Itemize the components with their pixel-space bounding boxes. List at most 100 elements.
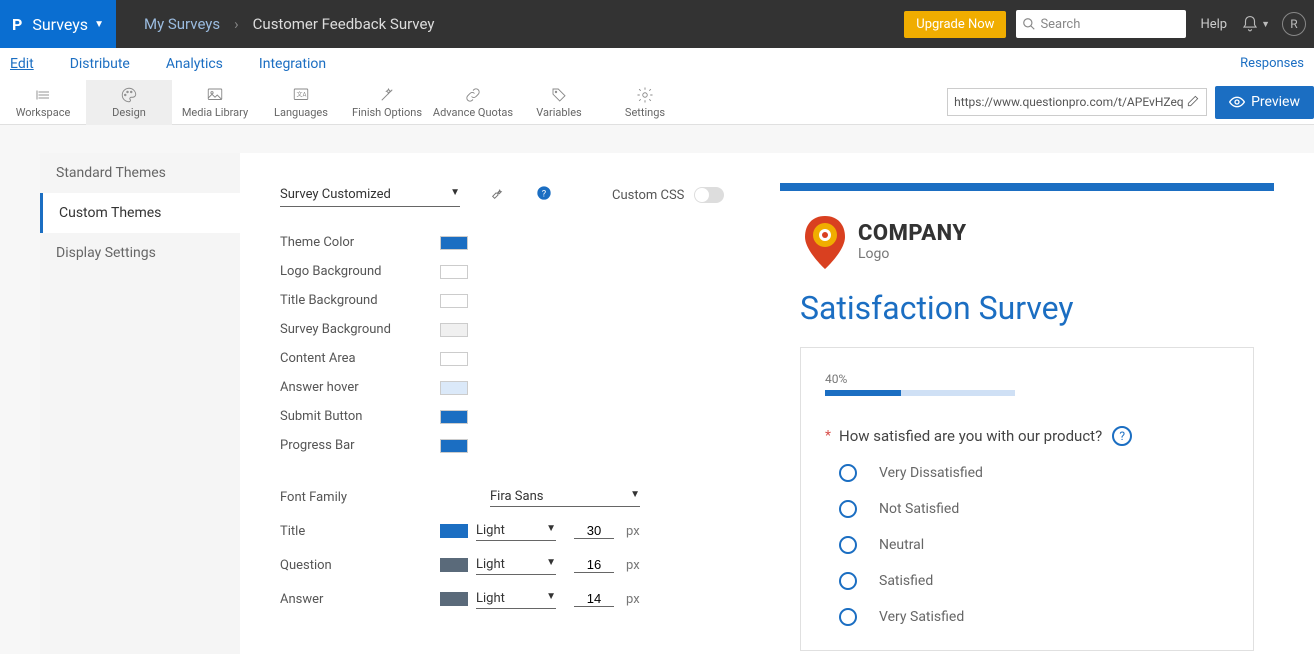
font-size-input[interactable] bbox=[574, 523, 614, 539]
font-color-swatch[interactable] bbox=[440, 558, 468, 572]
color-label: Progress Bar bbox=[280, 438, 440, 453]
chevron-down-icon: ▼ bbox=[546, 523, 556, 538]
font-family-label: Font Family bbox=[280, 490, 440, 505]
color-swatch[interactable] bbox=[440, 352, 468, 366]
breadcrumb-root[interactable]: My Surveys bbox=[144, 15, 220, 33]
option-label: Satisfied bbox=[879, 573, 933, 589]
font-row-label: Title bbox=[280, 524, 440, 539]
theme-select[interactable]: Survey Customized ▼ bbox=[280, 183, 460, 207]
avatar[interactable]: R bbox=[1282, 12, 1306, 36]
pencil-icon[interactable] bbox=[1186, 94, 1200, 111]
font-weight-select[interactable]: Light▼ bbox=[476, 521, 556, 541]
search-input[interactable]: Search bbox=[1016, 10, 1186, 38]
tab-integration[interactable]: Integration bbox=[259, 56, 326, 72]
font-row-label: Answer bbox=[280, 592, 440, 607]
responses-link[interactable]: Responses bbox=[1240, 56, 1304, 71]
radio-icon[interactable] bbox=[839, 536, 857, 554]
question-text: How satisfied are you with our product? bbox=[839, 427, 1102, 445]
palette-icon bbox=[118, 86, 140, 104]
breadcrumb-current: Customer Feedback Survey bbox=[253, 15, 435, 33]
upgrade-button[interactable]: Upgrade Now bbox=[904, 11, 1006, 38]
color-swatch[interactable] bbox=[440, 294, 468, 308]
brand-menu[interactable]: P Surveys ▼ bbox=[0, 0, 116, 48]
radio-icon[interactable] bbox=[839, 500, 857, 518]
font-color-swatch[interactable] bbox=[440, 524, 468, 538]
tool-advance-quotas[interactable]: Advance Quotas bbox=[430, 80, 516, 125]
unit-label: px bbox=[626, 592, 640, 607]
font-weight-select[interactable]: Light▼ bbox=[476, 555, 556, 575]
font-family-select[interactable]: Fira Sans ▼ bbox=[490, 487, 640, 507]
wrench-icon[interactable] bbox=[490, 185, 506, 205]
gear-icon bbox=[634, 86, 656, 104]
color-swatch[interactable] bbox=[440, 439, 468, 453]
color-swatch[interactable] bbox=[440, 236, 468, 250]
custom-css-toggle-label: Custom CSS bbox=[612, 187, 724, 203]
link-icon bbox=[462, 86, 484, 104]
color-swatch[interactable] bbox=[440, 381, 468, 395]
font-color-swatch[interactable] bbox=[440, 592, 468, 606]
answer-option[interactable]: Very Dissatisfied bbox=[839, 464, 1229, 482]
tool-languages[interactable]: 文A Languages bbox=[258, 80, 344, 125]
custom-css-toggle[interactable] bbox=[694, 187, 724, 203]
answer-option[interactable]: Neutral bbox=[839, 536, 1229, 554]
preview-button[interactable]: Preview bbox=[1215, 86, 1314, 119]
answer-option[interactable]: Not Satisfied bbox=[839, 500, 1229, 518]
survey-card: 40% * How satisfied are you with our pro… bbox=[800, 347, 1254, 651]
color-swatch[interactable] bbox=[440, 410, 468, 424]
chevron-down-icon: ▼ bbox=[94, 19, 104, 30]
sidebar-item-display-settings[interactable]: Display Settings bbox=[40, 233, 240, 273]
tool-settings[interactable]: Settings bbox=[602, 80, 688, 125]
option-label: Not Satisfied bbox=[879, 501, 959, 517]
font-weight-select[interactable]: Light▼ bbox=[476, 589, 556, 609]
topbar: P Surveys ▼ My Surveys › Customer Feedba… bbox=[0, 0, 1314, 48]
tab-distribute[interactable]: Distribute bbox=[70, 56, 130, 72]
tag-icon bbox=[548, 86, 570, 104]
option-label: Very Dissatisfied bbox=[879, 465, 983, 481]
unit-label: px bbox=[626, 524, 640, 539]
unit-label: px bbox=[626, 558, 640, 573]
color-swatch[interactable] bbox=[440, 265, 468, 279]
chevron-down-icon: ▼ bbox=[630, 489, 640, 504]
help-icon[interactable]: ? bbox=[536, 185, 552, 205]
company-sub: Logo bbox=[858, 246, 967, 262]
answer-option[interactable]: Very Satisfied bbox=[839, 608, 1229, 626]
tool-media-library[interactable]: Media Library bbox=[172, 80, 258, 125]
font-size-input[interactable] bbox=[574, 591, 614, 607]
color-label: Answer hover bbox=[280, 380, 440, 395]
radio-icon[interactable] bbox=[839, 572, 857, 590]
question-help-icon[interactable]: ? bbox=[1112, 426, 1132, 446]
help-link[interactable]: Help bbox=[1200, 17, 1227, 32]
color-label: Survey Background bbox=[280, 322, 440, 337]
tool-finish-options[interactable]: Finish Options bbox=[344, 80, 430, 125]
subnav: Edit Distribute Analytics Integration Re… bbox=[0, 48, 1314, 80]
sidebar-item-standard-themes[interactable]: Standard Themes bbox=[40, 153, 240, 193]
tool-workspace[interactable]: Workspace bbox=[0, 80, 86, 125]
notifications-button[interactable]: ▼ bbox=[1241, 15, 1270, 33]
radio-icon[interactable] bbox=[839, 464, 857, 482]
survey-title: Satisfaction Survey bbox=[780, 281, 1274, 347]
font-size-input[interactable] bbox=[574, 557, 614, 573]
tool-design[interactable]: Design bbox=[86, 80, 172, 125]
company-logo: COMPANY Logo bbox=[780, 191, 1274, 281]
wand-icon bbox=[376, 86, 398, 104]
color-label: Submit Button bbox=[280, 409, 440, 424]
toolbar: Workspace Design Media Library 文A Langua… bbox=[0, 80, 1314, 125]
survey-url-field[interactable]: https://www.questionpro.com/t/APEvHZeq bbox=[947, 88, 1207, 116]
tab-edit[interactable]: Edit bbox=[10, 56, 34, 72]
tool-variables[interactable]: Variables bbox=[516, 80, 602, 125]
sidebar-item-custom-themes[interactable]: Custom Themes bbox=[40, 193, 240, 233]
color-swatch[interactable] bbox=[440, 323, 468, 337]
chevron-down-icon: ▼ bbox=[1261, 19, 1270, 30]
editor-panel: Survey Customized ▼ ? Custom CSS Theme C… bbox=[240, 153, 1314, 654]
tab-analytics[interactable]: Analytics bbox=[166, 56, 223, 72]
sidebar: Standard Themes Custom Themes Display Se… bbox=[40, 153, 240, 654]
answer-option[interactable]: Satisfied bbox=[839, 572, 1229, 590]
brand-logo-icon: P bbox=[12, 15, 22, 34]
search-icon bbox=[1022, 17, 1036, 31]
font-row-label: Question bbox=[280, 558, 440, 573]
radio-icon[interactable] bbox=[839, 608, 857, 626]
workspace-icon bbox=[32, 86, 54, 104]
progress-bar bbox=[825, 390, 1015, 396]
option-label: Neutral bbox=[879, 537, 924, 553]
option-label: Very Satisfied bbox=[879, 609, 964, 625]
